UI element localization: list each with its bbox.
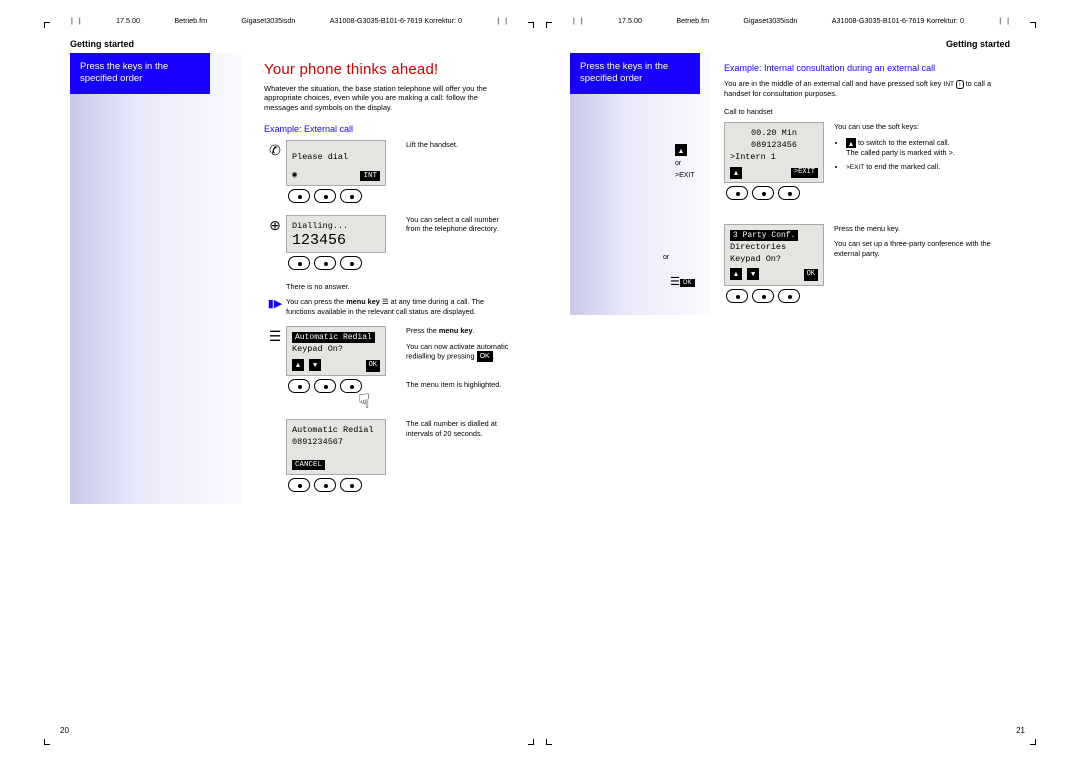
softkeys-icon — [288, 189, 396, 205]
softkeys-icon — [288, 379, 396, 395]
intro-text: Whatever the situation, the base station… — [264, 84, 510, 112]
meta-b: Betrieb.fm — [676, 16, 709, 25]
menu-icon: ☰ — [264, 326, 286, 409]
example-title-right: Example: Internal consultation during an… — [724, 63, 1010, 73]
screen-call-timer: 00.20 Min 089123456 >Intern 1 >EXIT — [724, 122, 824, 183]
meta-d: A31008-G3035-B101-6-7619 Korrektur: 0 — [832, 16, 964, 25]
step-1: ✆ Please dial ◉ INT — [264, 140, 510, 205]
meta-a: 17.5.00 — [618, 16, 642, 25]
example-title: Example: External call — [264, 124, 510, 134]
step-3: ☰ Automatic Redial Keypad On? OK — [264, 326, 510, 409]
info-note: ▮▶ You can press the menu key ☰ at any t… — [264, 297, 510, 316]
right-gradient-col: Press the keys in the specified order or… — [570, 53, 710, 315]
step-r1: 00.20 Min 089123456 >Intern 1 >EXIT — [724, 122, 1010, 202]
no-answer-text: There is no answer. — [286, 282, 510, 291]
softkeys-icon — [726, 289, 824, 305]
meta-c: Gigaset3035isdn — [241, 16, 295, 25]
step-r2: 3 Party Conf. Directories Keypad On? OK — [724, 224, 1010, 305]
meta-row: | | 17.5.00 Betrieb.fm Gigaset3035isdn A… — [30, 16, 510, 25]
screen-3party: 3 Party Conf. Directories Keypad On? OK — [724, 224, 824, 286]
arrow-icon: ▮▶ — [264, 297, 286, 316]
page-right: | | 17.5.00 Betrieb.fm Gigaset3035isdn A… — [540, 0, 1080, 763]
header-left: Getting started — [70, 39, 510, 49]
step4-desc: The call number is dialled at intervals … — [396, 419, 510, 494]
screen-redial-interval: Automatic Redial 0891234567 CANCEL — [286, 419, 386, 475]
call-to-handset: Call to handset — [724, 107, 1010, 116]
left-gradient-col: Press the keys in the specified order — [70, 53, 242, 504]
step-2: ⊕ Dialling... 123456 You can select a ca… — [264, 215, 510, 272]
page-number: 21 — [1016, 726, 1025, 735]
step1-desc: Lift the handset. — [396, 140, 510, 205]
softkeys-icon — [288, 256, 396, 272]
step-4: Automatic Redial 0891234567 CANCEL The c… — [264, 419, 510, 494]
meta-row: | | 17.5.00 Betrieb.fm Gigaset3035isdn A… — [570, 16, 1050, 25]
meta-d: A31008-G3035-B101-6-7619 Korrektur: 0 — [330, 16, 462, 25]
finger-icon: ☟ — [358, 395, 396, 409]
screen-please-dial: Please dial ◉ INT — [286, 140, 386, 186]
softkeys-icon — [288, 478, 396, 494]
directory-icon: ⊕ — [264, 215, 286, 272]
page-title: Your phone thinks ahead! — [264, 61, 510, 78]
page-left: | | 17.5.00 Betrieb.fm Gigaset3035isdn A… — [0, 0, 540, 763]
handset-icon: ✆ — [264, 140, 286, 205]
meta-a: 17.5.00 — [116, 16, 140, 25]
page-number: 20 — [60, 726, 69, 735]
screen-dialling: Dialling... 123456 — [286, 215, 386, 253]
meta-c: Gigaset3035isdn — [743, 16, 797, 25]
blue-instruction-box: Press the keys in the specified order — [570, 53, 700, 94]
meta-b: Betrieb.fm — [174, 16, 207, 25]
header-right: Getting started — [570, 39, 1010, 49]
screen-auto-redial: Automatic Redial Keypad On? OK — [286, 326, 386, 376]
blue-instruction-box: Press the keys in the specified order — [70, 53, 210, 94]
softkeys-icon — [726, 186, 824, 202]
step2-desc: You can select a call number from the te… — [396, 215, 510, 272]
